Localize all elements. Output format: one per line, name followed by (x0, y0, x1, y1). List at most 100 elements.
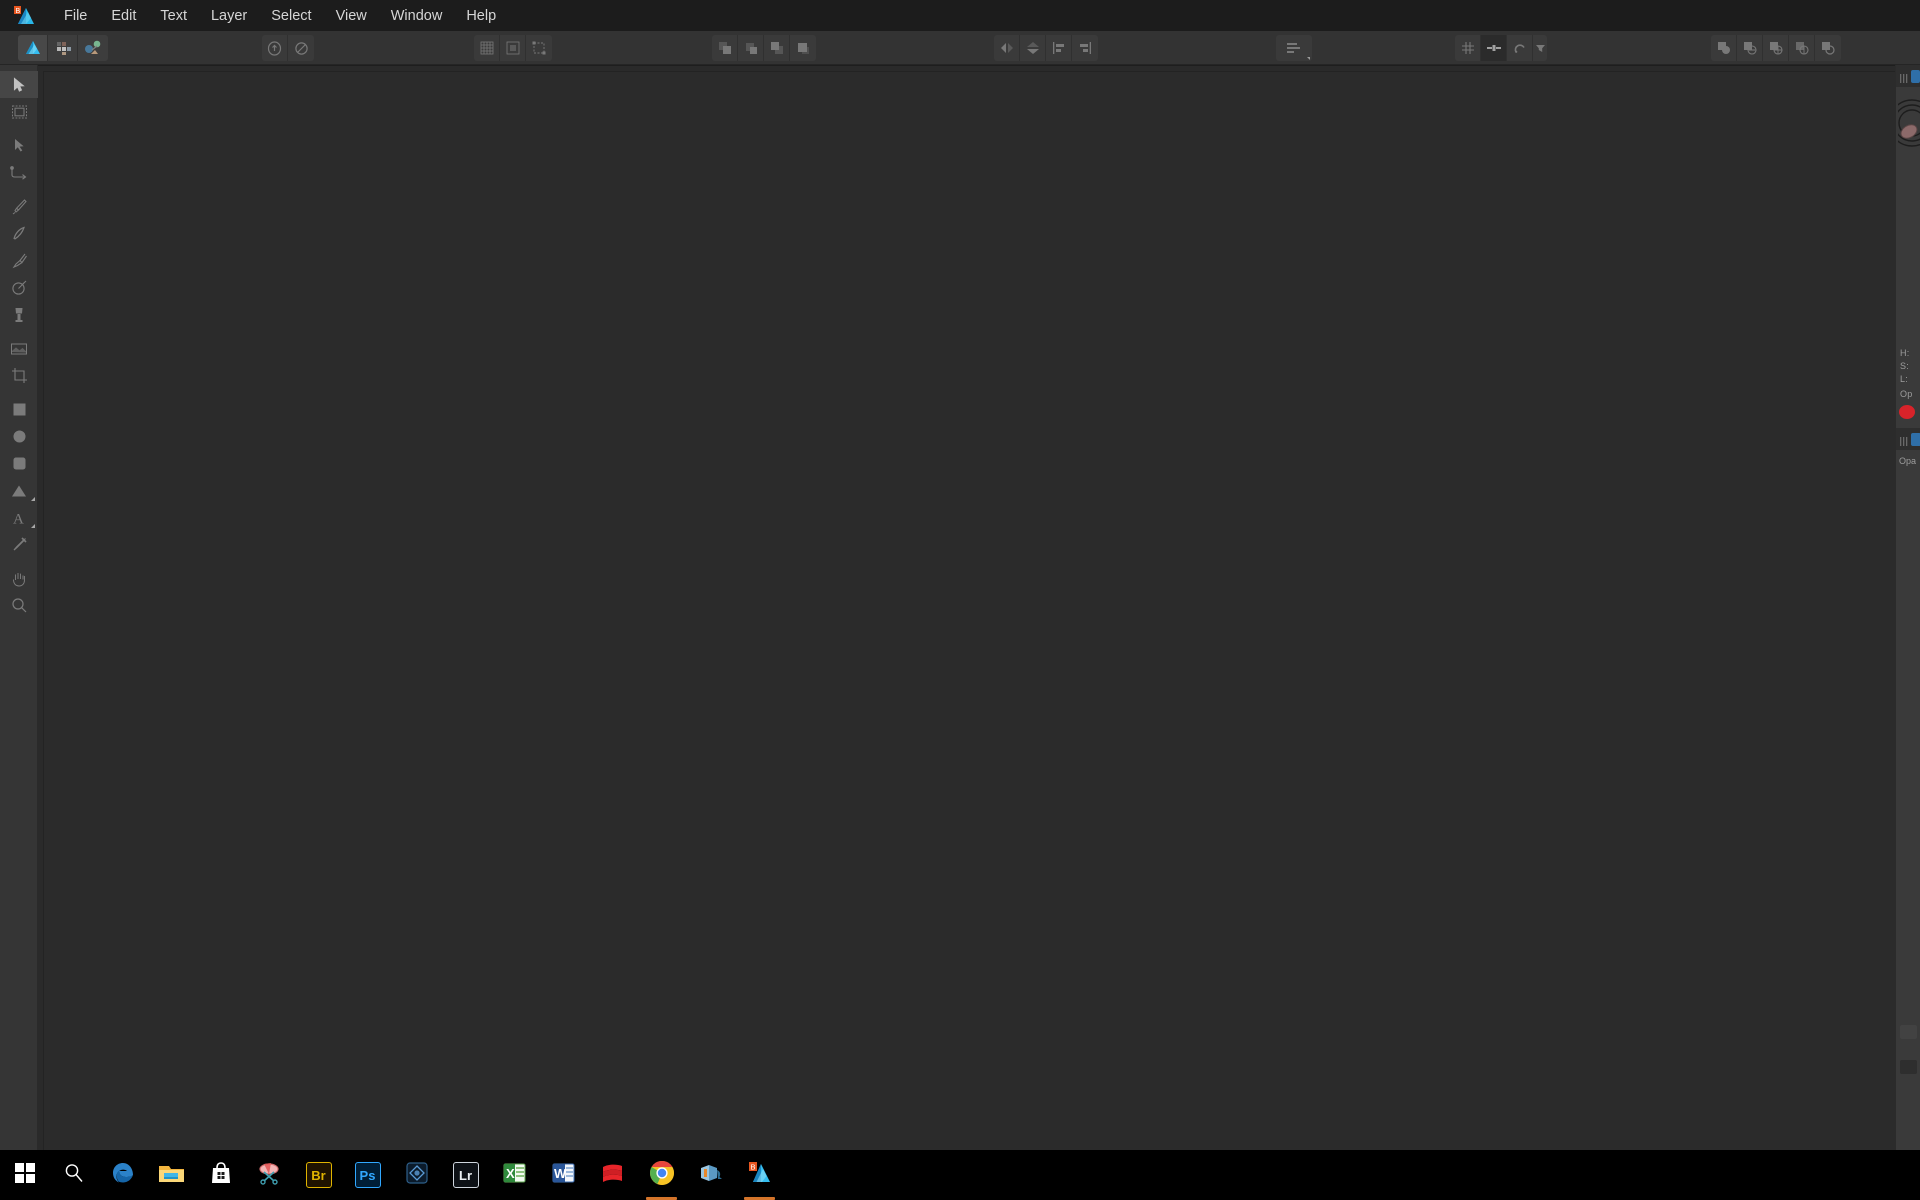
tool-place-image[interactable] (0, 335, 38, 362)
snapping-options-button[interactable] (1533, 35, 1547, 61)
flip-vertical-button[interactable] (1020, 35, 1046, 61)
taskbar-winrar-button[interactable] (686, 1150, 735, 1200)
menu-edit[interactable]: Edit (99, 4, 148, 28)
tool-vector-brush[interactable] (0, 247, 38, 274)
align-left-button[interactable] (1046, 35, 1072, 61)
boolean-intersect-icon (1768, 40, 1784, 56)
effects-icon[interactable] (1900, 1025, 1917, 1039)
second-panel-header[interactable] (1896, 428, 1920, 450)
colour-panel-tab[interactable] (1911, 69, 1920, 83)
tool-rectangle[interactable] (0, 396, 38, 423)
geometry-group (1711, 35, 1841, 61)
edge-icon (110, 1160, 136, 1191)
move-back-button[interactable] (764, 35, 790, 61)
menu-window[interactable]: Window (379, 4, 455, 28)
text-tool-icon: A (11, 510, 27, 526)
menu-select[interactable]: Select (259, 4, 323, 28)
show-grid-toggle-button[interactable] (1455, 35, 1481, 61)
taskbar-excel-button[interactable]: X (490, 1150, 539, 1200)
clear-brush-icon (293, 40, 310, 57)
colour-wheel-icon[interactable] (1896, 97, 1920, 149)
move-to-front-button[interactable] (712, 35, 738, 61)
transform-objects-button[interactable] (526, 35, 552, 61)
canvas[interactable] (43, 71, 1895, 1150)
taskbar-adobe-lightroom-button[interactable]: Lr (441, 1150, 490, 1200)
taskbar-search-button[interactable] (49, 1150, 98, 1200)
taskbar-file-explorer-button[interactable] (147, 1150, 196, 1200)
taskbar-start-button[interactable] (0, 1150, 49, 1200)
hand-tool-icon (11, 570, 27, 587)
tool-corner[interactable] (0, 159, 38, 186)
snapping-toggle-button[interactable] (1481, 35, 1507, 61)
show-grid-button[interactable] (474, 35, 500, 61)
menu-view[interactable]: View (324, 4, 379, 28)
persona-draw-button[interactable] (18, 35, 48, 61)
colour-swatch-red[interactable] (1899, 405, 1915, 419)
move-forward-icon (743, 40, 759, 56)
taskbar-edge-button[interactable] (98, 1150, 147, 1200)
affinity-designer-icon: B (746, 1161, 773, 1190)
chrome-icon (649, 1160, 675, 1191)
excel-icon: X (502, 1161, 527, 1190)
taskbar-chrome-button[interactable] (637, 1150, 686, 1200)
tool-text[interactable]: A (0, 504, 38, 531)
tool-transparency[interactable] (0, 301, 38, 328)
tool-pen[interactable] (0, 193, 38, 220)
clear-brush-button[interactable] (288, 35, 314, 61)
adobe-lightroom-icon: Lr (452, 1162, 479, 1188)
move-forward-button[interactable] (738, 35, 764, 61)
boolean-intersect-button[interactable] (1763, 35, 1789, 61)
fill-tool-icon (11, 279, 28, 296)
boolean-combine-button[interactable] (1815, 35, 1841, 61)
taskbar-adobe-photoshop-button[interactable]: Ps (343, 1150, 392, 1200)
tool-ellipse[interactable] (0, 423, 38, 450)
taskbar-affinity-designer-button[interactable]: B (735, 1150, 784, 1200)
persona-pixel-button[interactable] (48, 35, 78, 61)
export-persona-icon (83, 40, 103, 56)
tool-view-hand[interactable] (0, 565, 38, 592)
tool-flyout-indicator-icon (31, 497, 35, 501)
flip-horizontal-button[interactable] (994, 35, 1020, 61)
colour-panel-header[interactable] (1896, 65, 1920, 87)
tool-rounded-rectangle[interactable] (0, 450, 38, 477)
show-pixel-grid-button[interactable] (500, 35, 526, 61)
menu-help[interactable]: Help (454, 4, 508, 28)
tool-artboard[interactable] (0, 98, 38, 125)
menu-text[interactable]: Text (148, 4, 199, 28)
menu-layer[interactable]: Layer (199, 4, 259, 28)
blend-ranges-icon[interactable] (1900, 1060, 1917, 1074)
tool-zoom[interactable] (0, 592, 38, 619)
taskbar-sketchup-button[interactable] (588, 1150, 637, 1200)
tool-pencil[interactable] (0, 220, 38, 247)
taskbar-snip-sketch-button[interactable] (245, 1150, 294, 1200)
persona-export-button[interactable] (78, 35, 108, 61)
taskbar-microsoft-store-button[interactable] (196, 1150, 245, 1200)
alignment-dropdown-button[interactable] (1276, 35, 1312, 61)
triangle-tool-icon (11, 484, 27, 498)
boolean-add-button[interactable] (1711, 35, 1737, 61)
grid-overlay-icon (1460, 40, 1476, 56)
menu-file[interactable]: File (52, 4, 99, 28)
tool-node[interactable] (0, 132, 38, 159)
move-to-back-button[interactable] (790, 35, 816, 61)
taskbar-adobe-bridge-button[interactable]: Br (294, 1150, 343, 1200)
tool-crop[interactable] (0, 362, 38, 389)
layers-panel-tab[interactable] (1911, 432, 1920, 446)
word-icon: W (551, 1161, 576, 1190)
document-setup-button[interactable] (262, 35, 288, 61)
svg-text:B: B (751, 1162, 756, 1171)
align-right-button[interactable] (1072, 35, 1098, 61)
tool-triangle[interactable] (0, 477, 38, 504)
colour-picker-tool-icon (11, 536, 28, 553)
snapping-manager-button[interactable] (1507, 35, 1533, 61)
panel-grip-icon (1899, 434, 1908, 446)
alignment-dropdown-icon (1285, 40, 1303, 56)
tool-colour-picker[interactable] (0, 531, 38, 558)
tool-fill[interactable] (0, 274, 38, 301)
pen-tool-icon (11, 198, 28, 215)
tool-move[interactable] (0, 71, 38, 98)
boolean-subtract-button[interactable] (1737, 35, 1763, 61)
taskbar-camera-raw-button[interactable] (392, 1150, 441, 1200)
taskbar-word-button[interactable]: W (539, 1150, 588, 1200)
boolean-divide-button[interactable] (1789, 35, 1815, 61)
